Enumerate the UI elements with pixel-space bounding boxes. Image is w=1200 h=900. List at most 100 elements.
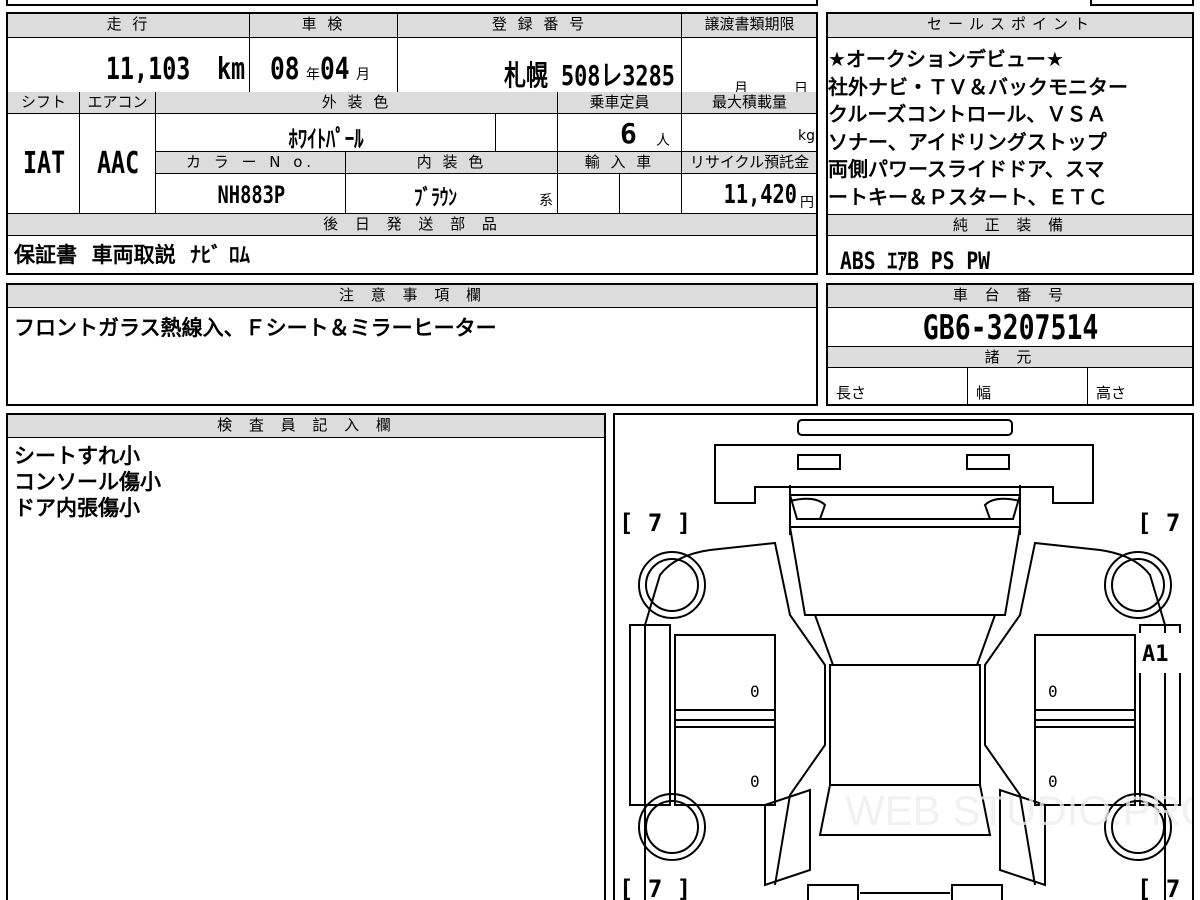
recycle-value: 11,420 bbox=[723, 180, 797, 210]
height-cell: 高さ bbox=[1088, 368, 1192, 404]
import-header: 輸 入 車 bbox=[558, 152, 682, 174]
capacity-unit: 人 bbox=[656, 133, 670, 149]
length-cell: 長さ bbox=[828, 368, 968, 404]
headlight-right bbox=[966, 454, 1010, 470]
ac-header: エアコン bbox=[80, 92, 156, 114]
inspector-box: 検 査 員 記 入 欄 シートすれ小 コンソール傷小 ドア内張傷小 bbox=[6, 413, 606, 900]
specs-header: 諸 元 bbox=[828, 346, 1192, 368]
inspection-header: 車 検 bbox=[250, 14, 398, 38]
inspector-note: ドア内張傷小 bbox=[14, 496, 140, 520]
sales-point-line: 社外ナビ・ＴＶ＆バックモニター bbox=[828, 74, 1128, 99]
chassis-number: GB6-3207514 bbox=[923, 308, 1099, 348]
wheel-front-right bbox=[1104, 551, 1172, 619]
inspector-header: 検 査 員 記 入 欄 bbox=[8, 415, 604, 438]
max-load-cell: kg bbox=[682, 114, 816, 152]
inspector-note: シートすれ小 bbox=[14, 444, 140, 468]
ac-cell: AAC bbox=[80, 114, 156, 214]
wheel-front-left bbox=[638, 551, 706, 619]
notes-value: フロントガラス熱線入、Ｆシート＆ミラーヒーター bbox=[14, 316, 497, 340]
sales-point-line: ★オークションデビュー★ bbox=[828, 47, 1064, 71]
capacity-header: 乗車定員 bbox=[558, 92, 682, 114]
damage-zero-2: 0 bbox=[1048, 682, 1058, 701]
import-cell-a bbox=[558, 174, 620, 214]
roof bbox=[829, 664, 981, 786]
genuine-equipment-header: 純 正 装 備 bbox=[828, 214, 1192, 236]
height-label: 高さ bbox=[1096, 384, 1127, 402]
notes-header: 注 意 事 項 欄 bbox=[8, 285, 816, 308]
headlight-left bbox=[797, 454, 841, 470]
vehicle-diagram: [ 7 ] [ 7 ] [ 7 ] [ 7 ] A1 0 0 0 0 WEB S… bbox=[619, 419, 1194, 900]
later-parts-value: 保証書 車両取説 ﾅﾋﾞ ﾛﾑ bbox=[14, 243, 251, 267]
transfer-deadline-header: 譲渡書類期限 bbox=[682, 14, 816, 38]
top-strip bbox=[6, 0, 818, 6]
ac-value: AAC bbox=[96, 146, 140, 181]
chassis-header: 車 台 番 号 bbox=[828, 285, 1192, 308]
vehicle-info-table: 走 行 車 検 登 録 番 号 譲渡書類期限 11,103 km 08 年04 月 … bbox=[6, 12, 818, 275]
sales-points-box: セールスポイント ★オークションデビュー★ 社外ナビ・ＴＶ＆バックモニター クル… bbox=[826, 12, 1194, 275]
month-unit: 月 bbox=[356, 67, 370, 83]
tire-label-rear-left: [ 7 ] bbox=[619, 875, 691, 900]
width-label: 幅 bbox=[976, 384, 992, 402]
capacity-value: 6 bbox=[620, 117, 637, 150]
damage-zero-1: 0 bbox=[750, 682, 760, 701]
sales-point-line: ートキー＆Ｐスタート、ＥＴＣ bbox=[828, 184, 1108, 209]
mileage-unit: km bbox=[216, 52, 245, 87]
front-bumper bbox=[797, 419, 1013, 436]
registration-header: 登 録 番 号 bbox=[398, 14, 682, 38]
recycle-cell: 11,420 円 bbox=[682, 174, 816, 214]
sales-point-line: クルーズコントロール、ＶＳＡ bbox=[828, 102, 1107, 126]
import-cell-b bbox=[620, 174, 682, 214]
shift-value: IAT bbox=[22, 146, 66, 181]
color-no-header: カ ラ ー N o. bbox=[156, 152, 346, 174]
year-unit: 年 bbox=[306, 67, 320, 83]
exterior-color-cell: ﾎﾜｲﾄﾊﾟｰﾙ bbox=[156, 114, 496, 152]
damage-zero-3: 0 bbox=[750, 772, 760, 791]
door-front-right bbox=[1034, 634, 1136, 721]
sales-point-line: ソナー、アイドリングストップ bbox=[828, 129, 1107, 154]
exterior-color-extra bbox=[496, 114, 558, 152]
shift-cell: IAT bbox=[8, 114, 80, 214]
inspector-note: コンソール傷小 bbox=[14, 470, 161, 494]
wheel-rear-left bbox=[638, 793, 706, 861]
interior-color-value: ﾌﾞﾗｳﾝ bbox=[414, 186, 458, 211]
recycle-unit: 円 bbox=[800, 195, 814, 211]
exterior-color-header: 外 装 色 bbox=[156, 92, 558, 114]
chassis-box: 車 台 番 号 GB6-3207514 諸 元 長さ 幅 高さ bbox=[826, 283, 1194, 406]
tire-label-front-right: [ 7 ] bbox=[1137, 509, 1194, 537]
interior-color-cell: ﾌﾞﾗｳﾝ 系 bbox=[346, 174, 558, 214]
inspection-year: 08 bbox=[270, 52, 300, 87]
max-load-header: 最大積載量 bbox=[682, 92, 816, 114]
capacity-cell: 6 人 bbox=[558, 114, 682, 152]
vehicle-diagram-box: [ 7 ] [ 7 ] [ 7 ] [ 7 ] A1 0 0 0 0 WEB S… bbox=[613, 413, 1194, 900]
width-cell: 幅 bbox=[968, 368, 1088, 404]
inspection-month: 04 bbox=[320, 52, 350, 87]
recycle-header: リサイクル預託金 bbox=[682, 152, 816, 174]
registration-value: 札幌 508レ3285 bbox=[504, 59, 675, 92]
shift-header: シフト bbox=[8, 92, 80, 114]
later-parts-header: 後 日 発 送 部 品 bbox=[8, 214, 816, 236]
color-no-cell: NH883P bbox=[156, 174, 346, 214]
length-label: 長さ bbox=[836, 384, 867, 402]
sales-point-line: 両側パワースライドドア、スマ bbox=[828, 157, 1105, 181]
body-outline bbox=[644, 549, 1166, 900]
exterior-color-value: ﾎﾜｲﾄﾊﾟｰﾙ bbox=[288, 125, 364, 152]
tire-label-rear-right: [ 7 ] bbox=[1137, 875, 1194, 900]
notes-box: 注 意 事 項 欄 フロントガラス熱線入、Ｆシート＆ミラーヒーター bbox=[6, 283, 818, 406]
watermark: WEB STUDIO.PRO bbox=[845, 787, 1194, 834]
interior-color-suffix: 系 bbox=[539, 193, 553, 209]
rear-bumper bbox=[807, 884, 859, 900]
genuine-equipment-value: ABS ｴｱB PS PW bbox=[840, 247, 991, 275]
door-rear-left bbox=[674, 719, 776, 806]
color-no-value: NH883P bbox=[217, 181, 285, 209]
sales-points-list: ★オークションデビュー★ 社外ナビ・ＴＶ＆バックモニター クルーズコントロール、… bbox=[828, 46, 1192, 211]
mileage-header: 走 行 bbox=[8, 14, 250, 38]
inspector-notes: シートすれ小 コンソール傷小 ドア内張傷小 bbox=[14, 443, 161, 521]
tire-label-front-left: [ 7 ] bbox=[619, 509, 691, 537]
top-strip-right bbox=[1090, 0, 1194, 6]
max-load-unit: kg bbox=[798, 128, 815, 144]
sill-left bbox=[629, 624, 671, 806]
interior-color-header: 内 装 色 bbox=[346, 152, 558, 174]
damage-mark-a1: A1 bbox=[1142, 642, 1169, 667]
sales-points-header: セールスポイント bbox=[828, 14, 1192, 38]
door-front-left bbox=[674, 634, 776, 721]
